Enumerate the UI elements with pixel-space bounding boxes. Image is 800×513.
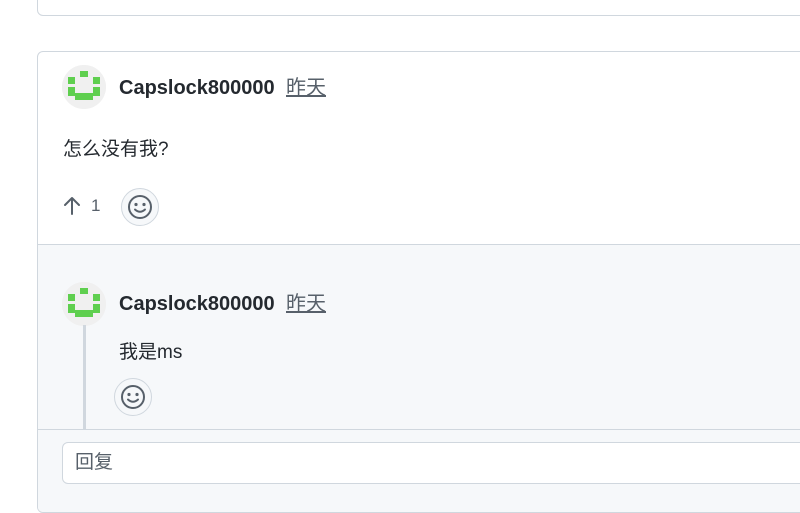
comment-card: Capslock800000 昨天 怎么没有我? 1 Capslock80000… (37, 51, 800, 513)
previous-comment-card (37, 0, 800, 16)
add-reaction-button[interactable] (121, 188, 159, 226)
comment-author[interactable]: Capslock800000 (119, 76, 275, 100)
reply-body: 我是ms (119, 342, 183, 363)
reply-add-reaction-button[interactable] (114, 378, 152, 416)
smiley-icon (121, 385, 145, 409)
upvote-button[interactable]: 1 (63, 194, 100, 218)
thread-line (83, 325, 86, 430)
reply-composer (38, 429, 800, 512)
comment-body: 怎么没有我? (63, 139, 169, 160)
arrow-up-icon (64, 197, 80, 215)
reply-input[interactable] (62, 442, 800, 484)
reply-timestamp[interactable]: 昨天 (286, 292, 326, 316)
reply-author[interactable]: Capslock800000 (119, 292, 275, 316)
smiley-icon (128, 195, 152, 219)
reply-avatar[interactable] (62, 282, 106, 326)
upvote-count: 1 (91, 196, 101, 215)
reply-thread: Capslock800000 昨天 我是ms (38, 244, 800, 430)
comment-timestamp[interactable]: 昨天 (286, 76, 326, 100)
identicon-icon (62, 282, 106, 326)
identicon-icon (62, 65, 106, 109)
avatar[interactable] (62, 65, 106, 109)
